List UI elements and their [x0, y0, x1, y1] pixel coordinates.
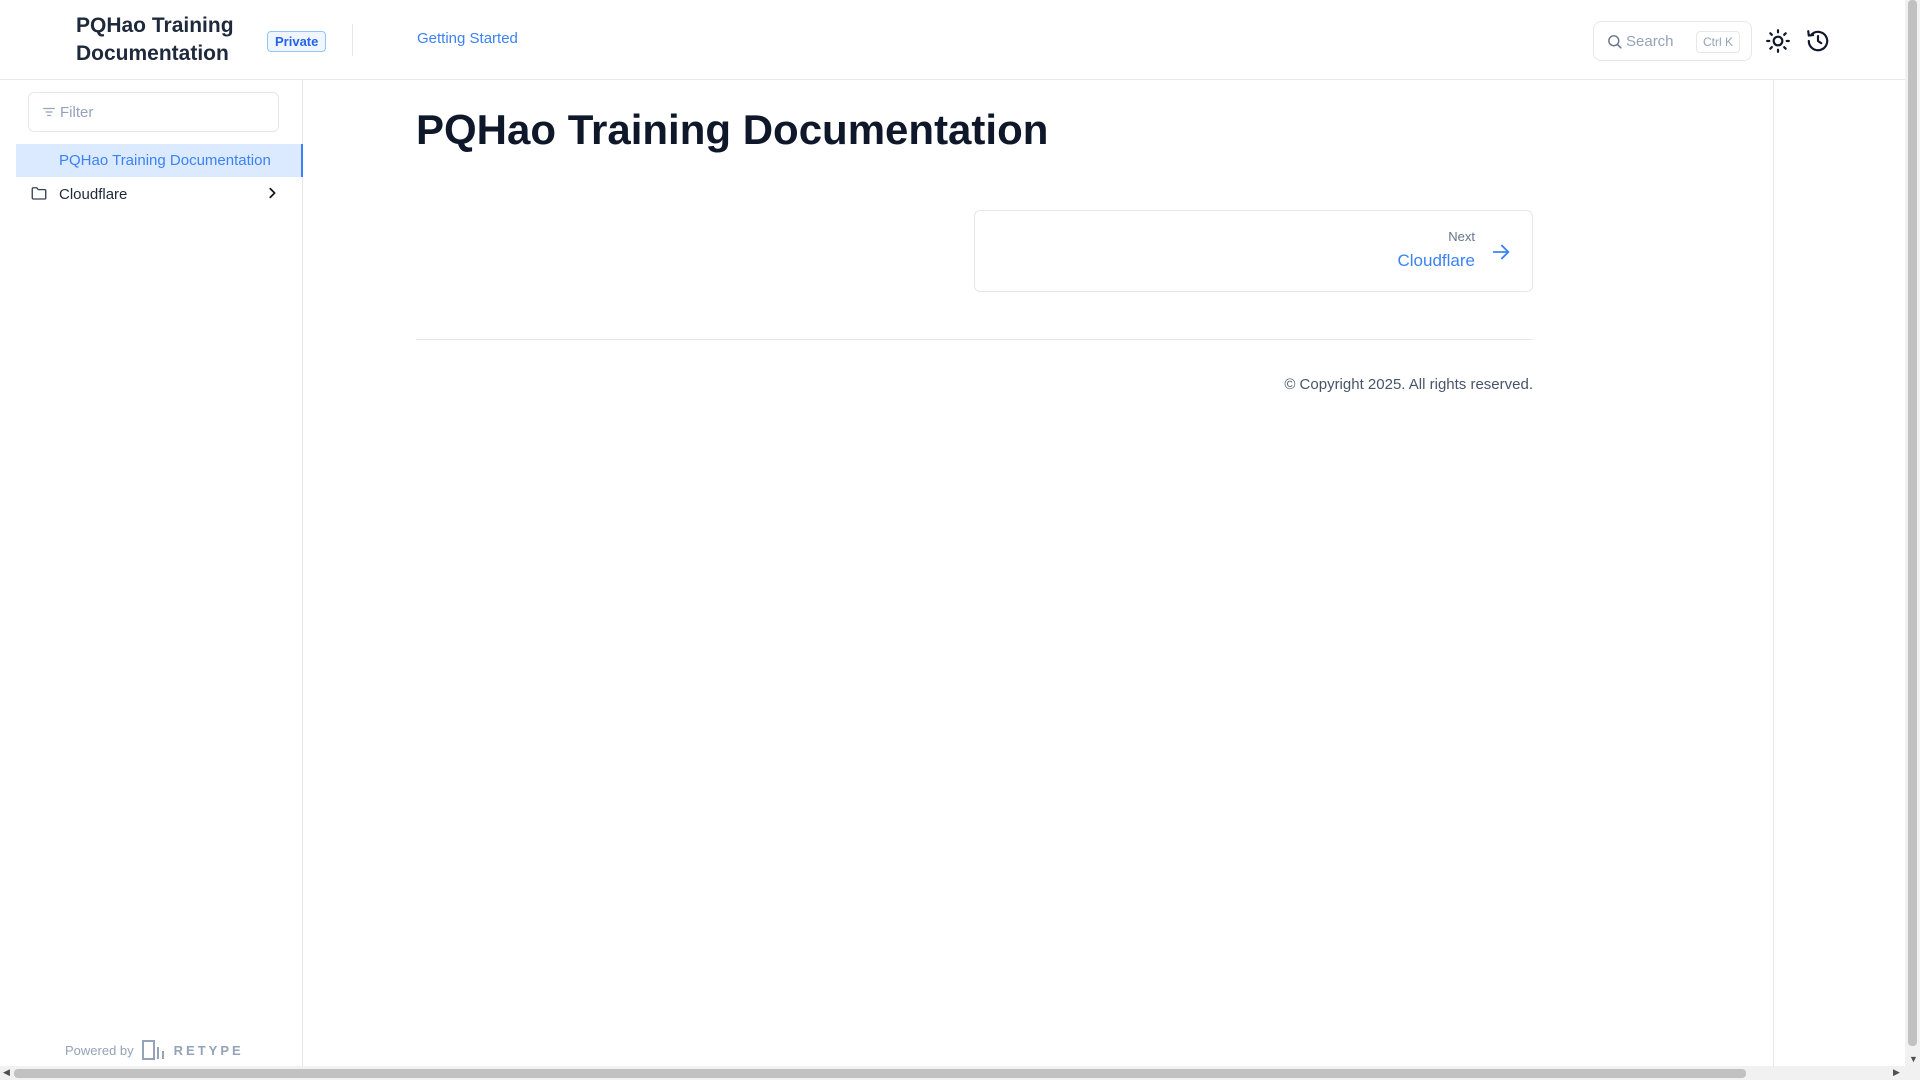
sidebar-item-home[interactable]: PQHao Training Documentation — [16, 144, 303, 177]
search-shortcut: Ctrl K — [1696, 31, 1740, 53]
page-title: PQHao Training Documentation — [416, 106, 1049, 153]
filter-field[interactable] — [28, 92, 279, 132]
scroll-right-arrow-icon[interactable]: ▶ — [1893, 1067, 1900, 1078]
filter-icon — [43, 107, 55, 117]
powered-by-retype-link[interactable]: Powered by RETYPE — [65, 1038, 244, 1062]
search-icon — [1608, 35, 1622, 49]
top-header: PQHao Training Documentation Private Get… — [0, 0, 1905, 80]
horizontal-scroll-thumb[interactable] — [14, 1069, 1746, 1078]
search-button[interactable]: Search Ctrl K — [1593, 21, 1752, 61]
sidebar-item-cloudflare[interactable]: Cloudflare — [16, 178, 287, 211]
filter-input[interactable] — [60, 101, 270, 123]
scroll-left-arrow-icon[interactable]: ◀ — [3, 1067, 10, 1078]
sidebar: PQHao Training Documentation Cloudflare … — [0, 80, 303, 1066]
theme-toggle-button[interactable] — [1765, 28, 1791, 54]
copyright-text: © Copyright 2025. All rights reserved. — [1284, 376, 1533, 393]
vertical-scroll-thumb[interactable] — [1908, 0, 1917, 1046]
sidebar-item-label: PQHao Training Documentation — [59, 152, 271, 169]
chevron-right-icon[interactable] — [265, 186, 279, 200]
content-divider — [416, 339, 1533, 340]
retype-brand: RETYPE — [173, 1042, 244, 1058]
search-placeholder: Search — [1626, 33, 1674, 50]
history-icon — [1807, 30, 1829, 52]
retype-logo-icon — [141, 1040, 164, 1060]
horizontal-scrollbar[interactable]: ◀ ▶ — [0, 1066, 1920, 1080]
nav-link-getting-started[interactable]: Getting Started — [417, 30, 518, 47]
next-label: Next — [1448, 229, 1475, 244]
sidebar-item-label: Cloudflare — [59, 186, 128, 203]
scroll-down-arrow-icon[interactable]: ▼ — [1909, 1054, 1918, 1064]
right-rail-divider — [1773, 80, 1774, 1066]
private-badge: Private — [267, 31, 327, 52]
header-divider — [352, 24, 353, 56]
sun-icon — [1766, 29, 1790, 53]
site-title[interactable]: PQHao Training Documentation — [76, 12, 256, 68]
next-page-title: Cloudflare — [1397, 251, 1476, 270]
vertical-scrollbar[interactable]: ▼ — [1905, 0, 1920, 1066]
folder-icon — [31, 187, 47, 200]
arrow-right-icon — [1492, 244, 1510, 260]
powered-by-label: Powered by — [65, 1042, 134, 1058]
history-button[interactable] — [1805, 28, 1831, 54]
next-page-link[interactable]: Next Cloudflare — [974, 210, 1533, 292]
